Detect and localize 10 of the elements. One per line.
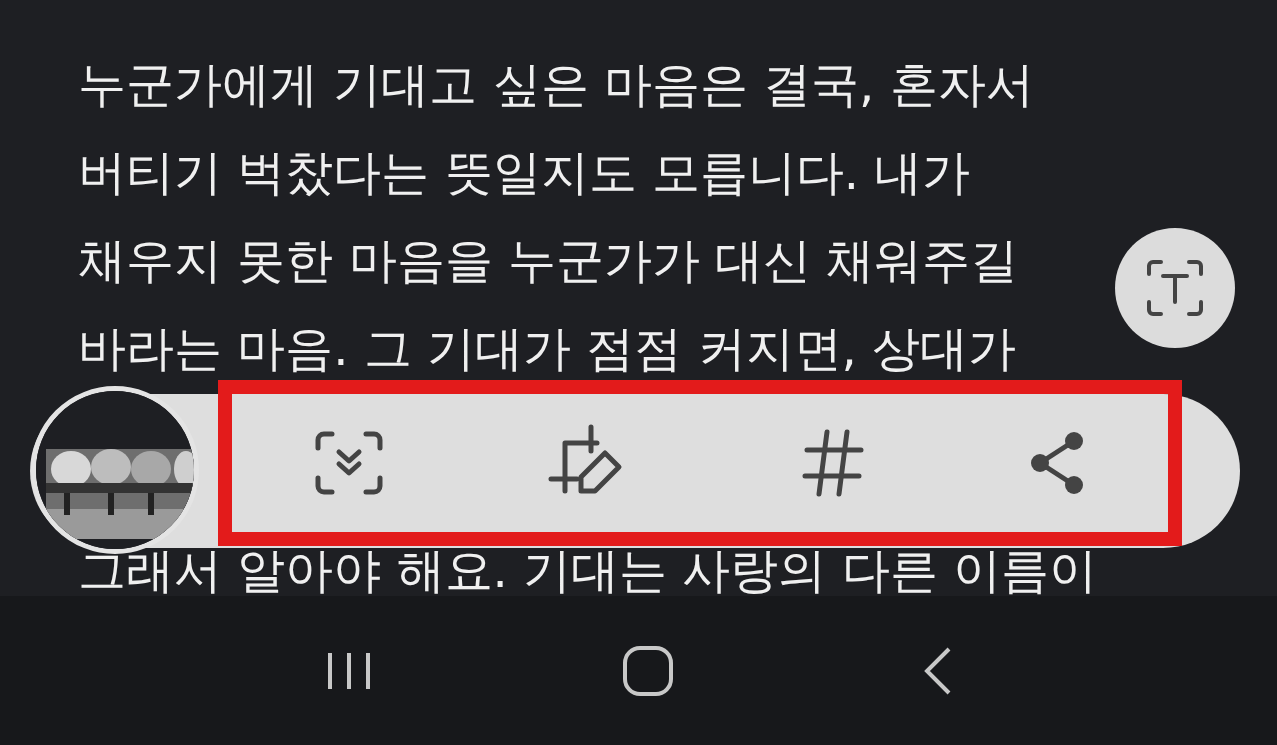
home-icon[interactable] bbox=[622, 644, 675, 697]
text-scan-icon bbox=[1145, 258, 1205, 318]
article-text: 채우지 못한 마음을 누군가가 대신 채워주길 bbox=[78, 231, 1019, 290]
back-icon[interactable] bbox=[922, 645, 953, 696]
article-text: 버티기 벅찼다는 뜻일지도 모릅니다. 내가 bbox=[78, 143, 971, 202]
hashtag-icon[interactable] bbox=[800, 428, 865, 498]
article-text: 바라는 마음. 그 기대가 점점 커지면, 상대가 bbox=[78, 319, 1017, 378]
article-text: 그래서 알아야 해요. 기대는 사랑의 다른 이름이 bbox=[78, 542, 1097, 598]
scroll-capture-icon[interactable] bbox=[313, 430, 384, 496]
article-text: 누군가에게 기대고 싶은 마음은 결국, 혼자서 bbox=[78, 55, 1034, 114]
